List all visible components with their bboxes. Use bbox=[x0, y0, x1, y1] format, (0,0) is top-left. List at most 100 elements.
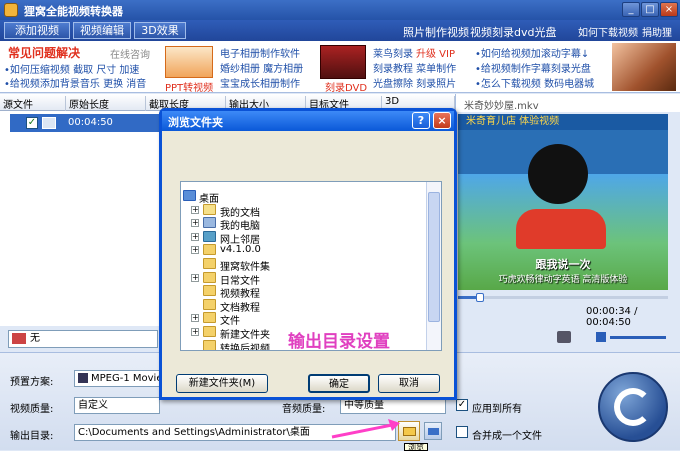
merge-checkbox[interactable] bbox=[456, 426, 468, 438]
expand-icon[interactable]: + bbox=[191, 205, 199, 214]
time-readout: 00:00:34 / 00:04:50 bbox=[586, 306, 638, 328]
expand-icon[interactable]: + bbox=[191, 314, 199, 323]
tip-link-2[interactable]: •给视频制作字幕刻录光盘 bbox=[475, 60, 591, 75]
folder-icon bbox=[203, 271, 216, 283]
apply-all-checkbox[interactable]: ✓ bbox=[456, 399, 468, 411]
photo-to-video-link[interactable]: 照片制作视频 bbox=[403, 24, 469, 40]
edit-video-button[interactable]: 视频编辑 bbox=[73, 22, 131, 39]
seek-bar[interactable] bbox=[458, 292, 668, 302]
help-icon[interactable]: ? bbox=[412, 112, 430, 129]
download-video-link[interactable]: 如何下载视频 bbox=[578, 24, 638, 39]
tree-item-label: v4.1.0.0 bbox=[220, 244, 261, 256]
tip-link-3[interactable]: •怎么下载视频 数码电器城 bbox=[475, 75, 594, 90]
burn-dvd-link[interactable]: 视频刻录dvd光盘 bbox=[470, 24, 556, 40]
desktop-icon bbox=[183, 190, 196, 201]
clubhouse-image bbox=[516, 209, 606, 249]
folder-icon bbox=[428, 428, 439, 435]
faq-line-2[interactable]: •给视频添加背景音乐 更换 消音 bbox=[4, 75, 146, 90]
col-orig-length[interactable]: 原始长度 bbox=[66, 96, 146, 111]
video-subtitle-2: 巧虎欢畅律动字英语 高清版体验 bbox=[498, 275, 628, 285]
window-title: 狸窝全能视频转换器 bbox=[24, 5, 123, 18]
video-file-icon bbox=[42, 117, 56, 129]
ppt-icon[interactable] bbox=[165, 46, 213, 78]
vip-link[interactable]: 升级 VIP bbox=[416, 45, 455, 60]
tree-item-label: 转换后视频 bbox=[220, 343, 270, 351]
expand-icon[interactable]: + bbox=[191, 328, 199, 336]
folder-icon bbox=[203, 339, 216, 350]
volume-slider[interactable] bbox=[610, 336, 666, 339]
subtitle-select-value: 无 bbox=[30, 333, 40, 344]
quality-label: 视频质量: bbox=[10, 404, 54, 415]
new-folder-button[interactable]: 新建文件夹(M) bbox=[176, 374, 268, 393]
convert-icon bbox=[614, 388, 652, 426]
subtitle-icon bbox=[12, 332, 26, 344]
3d-effect-button[interactable]: 3D效果 bbox=[134, 22, 186, 39]
video-subtitle-1: 跟我说一次 bbox=[535, 258, 591, 271]
expand-icon[interactable]: + bbox=[191, 273, 199, 282]
dialog-title-bar: 浏览文件夹 ? × bbox=[162, 111, 454, 131]
open-output-folder-button[interactable] bbox=[424, 422, 442, 440]
album-link-1[interactable]: 电子相册制作软件 bbox=[220, 45, 300, 60]
album-link-2[interactable]: 婚纱相册 魔方相册 bbox=[220, 60, 303, 75]
dvd-icon[interactable] bbox=[320, 45, 366, 79]
row-duration: 00:04:50 bbox=[68, 117, 113, 128]
title-bar: 狸窝全能视频转换器 _ □ × bbox=[0, 0, 680, 20]
close-icon[interactable]: × bbox=[660, 2, 678, 17]
computer-icon bbox=[203, 217, 216, 229]
convert-button[interactable] bbox=[598, 372, 668, 442]
burn-link-3[interactable]: 光盘擦除 刻录照片 bbox=[373, 75, 456, 90]
tip-link-1[interactable]: •如何给视频加滚动字幕↓ bbox=[475, 45, 589, 60]
browse-folder-dialog: 浏览文件夹 ? × 桌面 + 我的文档 + 我的电脑 + 网上邻居 + v4.1.0.0 狸窝软件… bbox=[159, 108, 457, 400]
volume-icon[interactable] bbox=[596, 332, 606, 342]
folder-open-icon bbox=[403, 427, 416, 436]
maximize-icon[interactable]: □ bbox=[641, 2, 659, 17]
seek-handle[interactable] bbox=[476, 293, 484, 302]
faq-title: 常见问题解决 bbox=[8, 46, 81, 60]
scrollbar-thumb[interactable] bbox=[428, 192, 440, 322]
burn-link-2[interactable]: 刻录教程 菜单制作 bbox=[373, 60, 456, 75]
preset-select[interactable]: MPEG-1 Movie bbox=[74, 370, 160, 387]
documents-icon bbox=[203, 203, 216, 215]
annotation-text: 输出目录设置 bbox=[288, 332, 390, 352]
ppt-label[interactable]: PPT转视频 bbox=[165, 79, 213, 94]
online-consult-link[interactable]: 在线咨询 bbox=[110, 46, 150, 61]
audio-quality-label: 音频质量: bbox=[282, 404, 326, 415]
expand-icon[interactable]: + bbox=[191, 246, 199, 255]
folder-icon bbox=[203, 326, 216, 337]
mickey-head-image bbox=[528, 144, 588, 204]
folder-tree[interactable]: 桌面 + 我的文档 + 我的电脑 + 网上邻居 + v4.1.0.0 狸窝软件集 + 日常文件 视频教程… bbox=[180, 181, 442, 351]
dialog-close-icon[interactable]: × bbox=[433, 112, 451, 129]
folder-icon bbox=[203, 258, 216, 269]
expand-icon[interactable]: + bbox=[191, 219, 199, 228]
expand-icon[interactable]: + bbox=[191, 232, 199, 241]
apply-all-label: 应用到所有 bbox=[472, 404, 522, 415]
minimize-icon[interactable]: _ bbox=[622, 2, 640, 17]
output-dir-label: 输出目录: bbox=[10, 431, 54, 442]
add-video-button[interactable]: 添加视频 bbox=[4, 22, 70, 39]
album-link-3[interactable]: 宝宝成长相册制作 bbox=[220, 75, 300, 90]
video-preview[interactable]: 米奇育儿店 体验视频 跟我说一次 巧虎欢畅律动字英语 高清版体验 bbox=[458, 114, 668, 290]
row-checkbox[interactable]: ✓ bbox=[26, 117, 38, 129]
annotation-arrow-icon bbox=[331, 419, 400, 439]
subtitle-select[interactable]: 无 bbox=[8, 330, 158, 348]
col-source[interactable]: 源文件 bbox=[0, 96, 66, 111]
ok-button[interactable]: 确定 bbox=[308, 374, 370, 393]
network-icon bbox=[203, 230, 216, 242]
burn-link-1[interactable]: 莱鸟刻录 bbox=[373, 45, 413, 60]
cancel-button[interactable]: 取消 bbox=[378, 374, 440, 393]
folder-icon bbox=[203, 298, 216, 310]
ad-banner: 常见问题解决 在线咨询 •如何压缩视频 截取 尺寸 加速 •给视频添加背景音乐 … bbox=[0, 41, 680, 94]
folder-icon bbox=[203, 285, 216, 297]
merge-label: 合并成一个文件 bbox=[472, 431, 542, 442]
video-banner-text: 米奇育儿店 体验视频 bbox=[458, 114, 668, 130]
preset-label: 预置方案: bbox=[10, 377, 54, 388]
tree-scrollbar[interactable] bbox=[426, 182, 441, 350]
camera-icon[interactable] bbox=[557, 331, 571, 343]
menu-bar: 添加视频 视频编辑 3D效果 照片制作视频 视频刻录dvd光盘 如何下载视频 捐… bbox=[0, 20, 680, 54]
faq-line-1[interactable]: •如何压缩视频 截取 尺寸 加速 bbox=[4, 61, 139, 76]
quality-select[interactable]: 自定义 bbox=[74, 397, 160, 414]
folder-icon bbox=[203, 244, 216, 256]
game-ad-image[interactable] bbox=[612, 43, 676, 91]
format-icon bbox=[78, 373, 88, 383]
dvd-label[interactable]: 刻录DVD bbox=[325, 79, 367, 94]
